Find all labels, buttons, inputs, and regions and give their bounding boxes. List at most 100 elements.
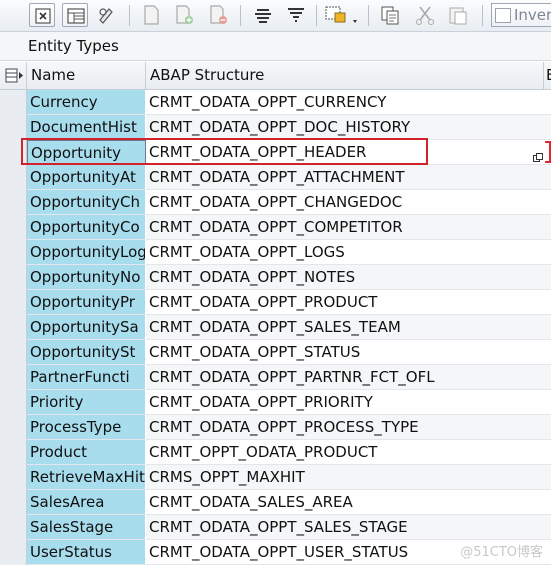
abap-structure-cell[interactable]: CRMT_ODATA_OPPT_CHANGEDOC: [146, 190, 551, 215]
abap-structure-cell[interactable]: CRMT_ODATA_OPPT_CURRENCY: [146, 90, 551, 115]
table-row[interactable]: OpportunityCh CRMT_ODATA_OPPT_CHANGEDOC: [0, 190, 551, 215]
abap-structure-text: CRMT_ODATA_OPPT_PRODUCT: [149, 293, 378, 311]
select-block-icon[interactable]: [322, 3, 362, 27]
row-selector[interactable]: [0, 215, 27, 240]
abap-structure-cell[interactable]: CRMT_ODATA_SALES_AREA: [146, 490, 551, 515]
entity-name-cell[interactable]: OpportunityLog: [27, 240, 146, 265]
abap-structure-cell[interactable]: CRMT_ODATA_OPPT_SALES_TEAM: [146, 315, 551, 340]
delete-row-icon[interactable]: [205, 3, 231, 27]
entity-name-cell[interactable]: SalesArea: [27, 490, 146, 515]
row-selector[interactable]: [0, 115, 27, 140]
value-help-icon[interactable]: [533, 146, 543, 162]
table-view-icon[interactable]: [62, 3, 88, 27]
row-selector[interactable]: [0, 465, 27, 490]
table-row[interactable]: OpportunityPr CRMT_ODATA_OPPT_PRODUCT: [0, 290, 551, 315]
abap-structure-cell[interactable]: CRMT_ODATA_OPPT_DOC_HISTORY: [146, 115, 551, 140]
row-selector[interactable]: [0, 540, 27, 565]
entity-name-cell[interactable]: PartnerFuncti: [27, 365, 146, 390]
table-row[interactable]: OpportunityLog CRMT_ODATA_OPPT_LOGS: [0, 240, 551, 265]
row-selector[interactable]: [0, 340, 27, 365]
entity-name-cell[interactable]: DocumentHist: [27, 115, 146, 140]
entity-name-cell[interactable]: OpportunityPr: [27, 290, 146, 315]
table-row[interactable]: DocumentHist CRMT_ODATA_OPPT_DOC_HISTORY: [0, 115, 551, 140]
table-row[interactable]: OpportunitySt CRMT_ODATA_OPPT_STATUS: [0, 340, 551, 365]
row-selector[interactable]: [0, 490, 27, 515]
abap-structure-text: CRMT_ODATA_OPPT_HEADER: [149, 143, 367, 161]
details-icon[interactable]: [29, 3, 55, 27]
entity-name-cell[interactable]: OpportunityCo: [27, 215, 146, 240]
abap-structure-cell[interactable]: CRMT_ODATA_OPPT_PRIORITY: [146, 390, 551, 415]
edit-pencil-icon[interactable]: [93, 3, 119, 27]
panel-title: Entity Types: [0, 32, 551, 61]
row-selector[interactable]: [0, 315, 27, 340]
abap-structure-cell[interactable]: CRMS_OPPT_MAXHIT: [146, 465, 551, 490]
row-selector[interactable]: [0, 165, 27, 190]
abap-structure-cell[interactable]: CRMT_ODATA_OPPT_HEADER: [146, 140, 551, 165]
abap-structure-cell[interactable]: CRMT_ODATA_OPPT_LOGS: [146, 240, 551, 265]
entity-name-cell[interactable]: ProcessType: [27, 415, 146, 440]
table-row[interactable]: Opportunity CRMT_ODATA_OPPT_HEADER: [0, 140, 551, 165]
abap-structure-cell[interactable]: CRMT_ODATA_OPPT_PARTNR_FCT_OFL: [146, 365, 551, 390]
abap-structure-text: CRMS_OPPT_MAXHIT: [149, 468, 305, 486]
copy-icon[interactable]: [377, 3, 403, 27]
new-document-icon[interactable]: [138, 3, 164, 27]
row-selector[interactable]: [0, 140, 27, 165]
entity-name-cell[interactable]: OpportunitySa: [27, 315, 146, 340]
table-row[interactable]: PartnerFuncti CRMT_ODATA_OPPT_PARTNR_FCT_…: [0, 365, 551, 390]
entity-name-cell[interactable]: Opportunity: [27, 140, 146, 165]
column-settings-icon[interactable]: [0, 62, 27, 89]
cut-icon[interactable]: [412, 3, 438, 27]
abap-structure-cell[interactable]: CRMT_ODATA_OPPT_NOTES: [146, 265, 551, 290]
abap-structure-cell[interactable]: CRMT_ODATA_OPPT_COMPETITOR: [146, 215, 551, 240]
table-row[interactable]: ProcessType CRMT_ODATA_OPPT_PROCESS_TYPE: [0, 415, 551, 440]
abap-structure-text: CRMT_ODATA_OPPT_PARTNR_FCT_OFL: [149, 368, 435, 386]
insert-row-icon[interactable]: [171, 3, 197, 27]
row-selector[interactable]: [0, 265, 27, 290]
table-row[interactable]: Priority CRMT_ODATA_OPPT_PRIORITY: [0, 390, 551, 415]
table-row[interactable]: OpportunitySa CRMT_ODATA_OPPT_SALES_TEAM: [0, 315, 551, 340]
invert-selection-button[interactable]: Inver: [491, 3, 551, 27]
paste-icon[interactable]: [445, 3, 471, 27]
row-selector[interactable]: [0, 90, 27, 115]
entity-name-cell[interactable]: OpportunityAt: [27, 165, 146, 190]
entity-name-cell[interactable]: OpportunitySt: [27, 340, 146, 365]
table-row[interactable]: RetrieveMaxHit CRMS_OPPT_MAXHIT: [0, 465, 551, 490]
row-selector[interactable]: [0, 415, 27, 440]
column-header-next[interactable]: E: [544, 62, 551, 89]
table-row[interactable]: OpportunityCo CRMT_ODATA_OPPT_COMPETITOR: [0, 215, 551, 240]
abap-structure-text: CRMT_OPPT_ODATA_PRODUCT: [149, 443, 378, 461]
abap-structure-text: CRMT_ODATA_OPPT_CURRENCY: [149, 93, 387, 111]
entity-name-cell[interactable]: Currency: [27, 90, 146, 115]
table-row[interactable]: OpportunityNo CRMT_ODATA_OPPT_NOTES: [0, 265, 551, 290]
abap-structure-cell[interactable]: CRMT_ODATA_OPPT_SALES_STAGE: [146, 515, 551, 540]
abap-structure-cell[interactable]: CRMT_ODATA_OPPT_PRODUCT: [146, 290, 551, 315]
table-row[interactable]: Currency CRMT_ODATA_OPPT_CURRENCY: [0, 90, 551, 115]
sort-ascending-icon[interactable]: [250, 3, 276, 27]
entity-name-cell[interactable]: RetrieveMaxHit: [27, 465, 146, 490]
entity-name-cell[interactable]: UserStatus: [27, 540, 146, 565]
row-selector[interactable]: [0, 240, 27, 265]
abap-structure-cell[interactable]: CRMT_OPPT_ODATA_PRODUCT: [146, 440, 551, 465]
entity-name-cell[interactable]: OpportunityNo: [27, 265, 146, 290]
row-selector[interactable]: [0, 440, 27, 465]
table-row[interactable]: Product CRMT_OPPT_ODATA_PRODUCT: [0, 440, 551, 465]
abap-structure-cell[interactable]: CRMT_ODATA_OPPT_PROCESS_TYPE: [146, 415, 551, 440]
entity-name-cell[interactable]: Product: [27, 440, 146, 465]
abap-structure-cell[interactable]: CRMT_ODATA_OPPT_ATTACHMENT: [146, 165, 551, 190]
abap-structure-text: CRMT_ODATA_OPPT_USER_STATUS: [149, 543, 409, 561]
filter-icon[interactable]: [283, 3, 309, 27]
column-header-abap-structure[interactable]: ABAP Structure: [146, 62, 544, 89]
column-header-name[interactable]: Name: [27, 62, 146, 89]
row-selector[interactable]: [0, 515, 27, 540]
row-selector[interactable]: [0, 365, 27, 390]
abap-structure-cell[interactable]: CRMT_ODATA_OPPT_STATUS: [146, 340, 551, 365]
table-row[interactable]: SalesStage CRMT_ODATA_OPPT_SALES_STAGE: [0, 515, 551, 540]
entity-name-cell[interactable]: SalesStage: [27, 515, 146, 540]
table-row[interactable]: OpportunityAt CRMT_ODATA_OPPT_ATTACHMENT: [0, 165, 551, 190]
row-selector[interactable]: [0, 390, 27, 415]
entity-name-cell[interactable]: OpportunityCh: [27, 190, 146, 215]
row-selector[interactable]: [0, 290, 27, 315]
entity-name-cell[interactable]: Priority: [27, 390, 146, 415]
table-row[interactable]: SalesArea CRMT_ODATA_SALES_AREA: [0, 490, 551, 515]
row-selector[interactable]: [0, 190, 27, 215]
